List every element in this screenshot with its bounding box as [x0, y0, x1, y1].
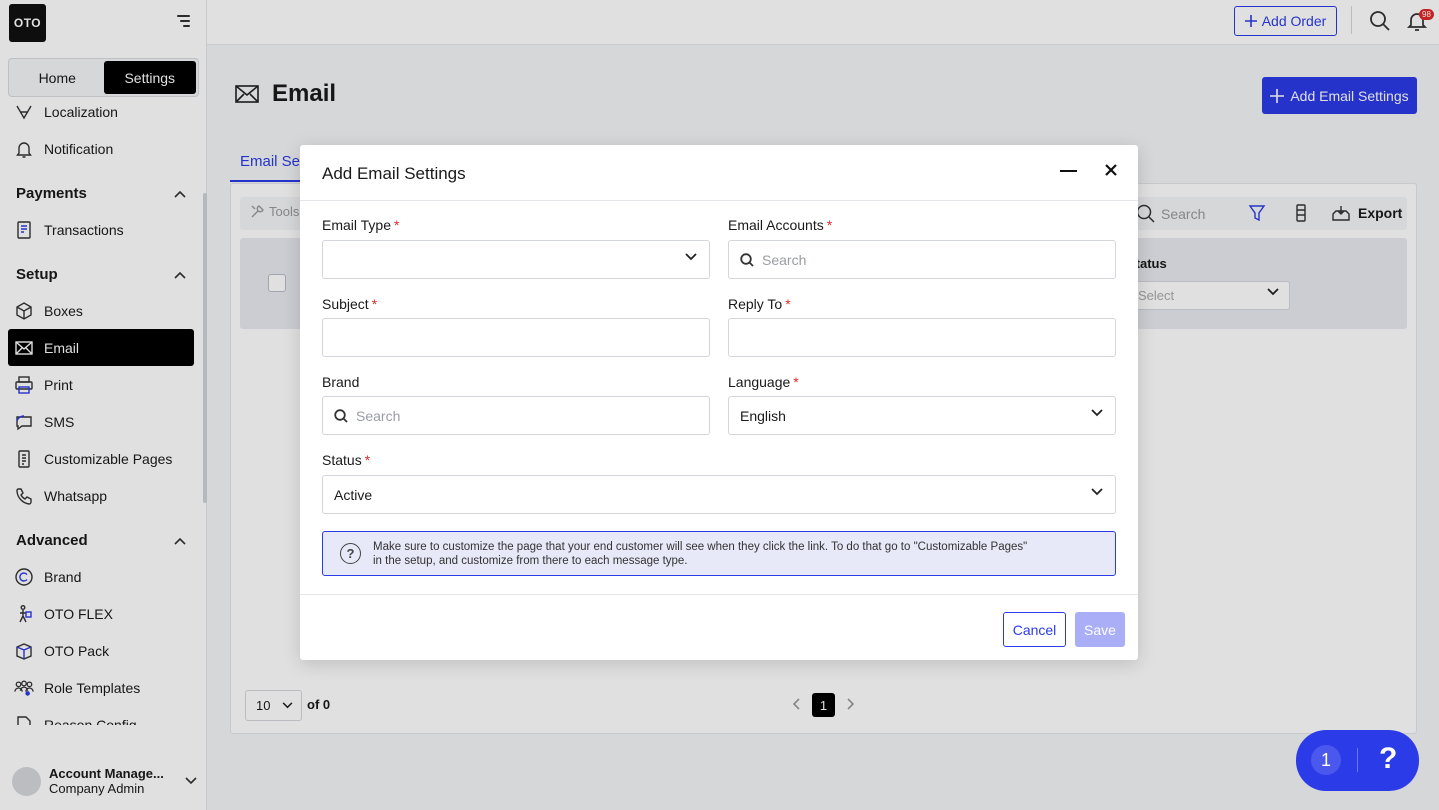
subject-input[interactable] — [322, 318, 710, 357]
chevron-down-icon — [1091, 409, 1103, 417]
close-icon[interactable] — [1103, 162, 1119, 178]
chevron-down-icon — [1091, 488, 1103, 496]
help-widget[interactable]: 1 ? — [1296, 730, 1419, 791]
search-icon — [334, 408, 348, 423]
status-value: Active — [334, 486, 373, 503]
help-count-badge: 1 — [1311, 745, 1341, 775]
brand-placeholder: Search — [356, 407, 401, 424]
save-button[interactable]: Save — [1075, 612, 1125, 647]
reply-to-input[interactable] — [728, 318, 1116, 357]
minimize-icon[interactable] — [1060, 162, 1077, 179]
info-banner: ? Make sure to customize the page that y… — [322, 531, 1116, 576]
language-value: English — [740, 407, 786, 424]
brand-label-text: Brand — [322, 374, 360, 390]
subject-label-text: Subject — [322, 296, 369, 312]
add-email-settings-modal: Add Email Settings Email Type * Email Acc… — [300, 145, 1138, 660]
reply-to-label-text: Reply To — [728, 296, 783, 312]
email-type-label: Email Type * — [322, 217, 399, 233]
status-select[interactable]: Active — [322, 475, 1116, 514]
reply-to-label: Reply To * — [728, 296, 791, 312]
search-icon — [740, 252, 754, 267]
modal-header: Add Email Settings — [300, 145, 1138, 201]
required-marker: * — [364, 452, 371, 468]
email-accounts-placeholder: Search — [762, 251, 807, 268]
required-marker: * — [785, 296, 791, 312]
modal-title: Add Email Settings — [322, 164, 466, 183]
status-label: Status * — [322, 452, 370, 468]
info-text-line-1: Make sure to customize the page that you… — [373, 540, 1028, 553]
email-type-label-text: Email Type — [322, 217, 391, 233]
email-accounts-label: Email Accounts * — [728, 217, 832, 233]
modal-footer-divider — [300, 594, 1138, 595]
chevron-down-icon — [685, 253, 697, 261]
required-marker: * — [371, 296, 378, 312]
email-type-select[interactable] — [322, 240, 710, 279]
required-marker: * — [793, 374, 799, 390]
help-divider — [1357, 748, 1358, 772]
question-icon: ? — [1379, 742, 1398, 775]
email-accounts-search[interactable]: Search — [728, 240, 1116, 279]
help-circle-icon: ? — [340, 543, 361, 564]
info-text-line-2: in the setup, and customize from there t… — [373, 554, 688, 567]
required-marker: * — [394, 217, 400, 233]
email-accounts-label-text: Email Accounts — [728, 217, 824, 233]
brand-search[interactable]: Search — [322, 396, 710, 435]
required-marker: * — [826, 217, 833, 233]
language-label-text: Language — [728, 374, 791, 390]
brand-label: Brand — [322, 374, 359, 390]
status-label-text: Status — [322, 452, 362, 468]
cancel-button[interactable]: Cancel — [1003, 612, 1066, 647]
info-text: Make sure to customize the page that you… — [373, 540, 1093, 568]
language-select[interactable]: English — [728, 396, 1116, 435]
subject-label: Subject * — [322, 296, 377, 312]
language-label: Language * — [728, 374, 799, 390]
